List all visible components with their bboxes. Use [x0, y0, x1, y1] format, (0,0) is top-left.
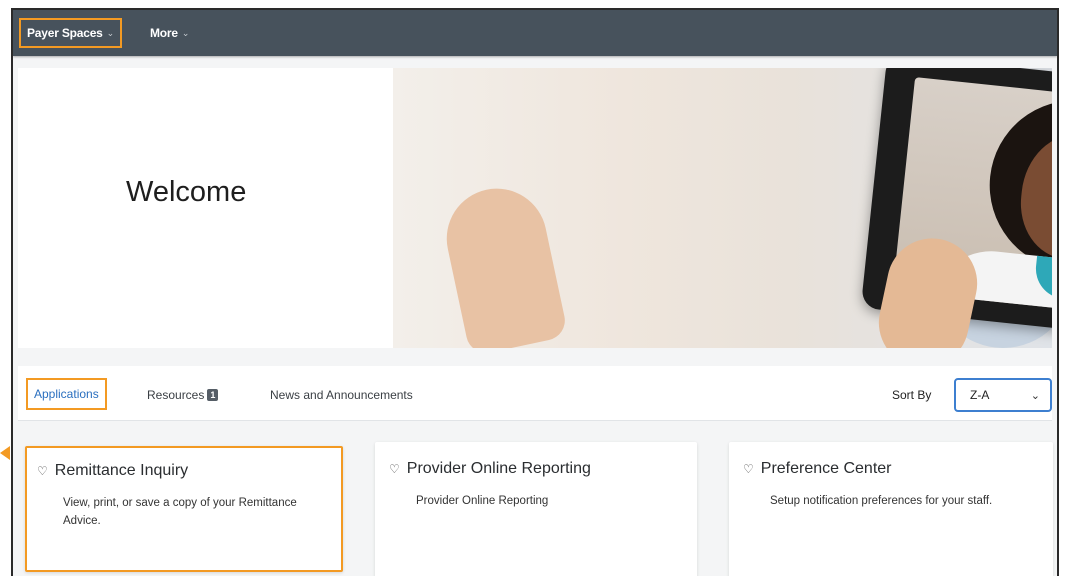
- tab-news-label: News and Announcements: [270, 388, 413, 402]
- app-card-provider-online-reporting[interactable]: ♡ Provider Online Reporting Provider Onl…: [375, 442, 697, 576]
- chevron-down-icon: ⌄: [106, 27, 115, 38]
- nav-more-label: More: [150, 26, 178, 40]
- welcome-heading: Welcome: [126, 176, 247, 208]
- welcome-banner: Welcome: [18, 68, 1052, 348]
- tab-resources-label: Resources: [147, 388, 205, 402]
- app-window: Payer Spaces ⌄ More ⌄ Welcome Applicatio…: [11, 8, 1059, 576]
- tab-applications-label: Applications: [34, 387, 99, 401]
- sort-select-value: Z-A: [970, 388, 990, 402]
- tab-news-and-announcements[interactable]: News and Announcements: [270, 380, 413, 410]
- card-title[interactable]: ♡ Remittance Inquiry: [37, 462, 188, 480]
- card-title-text: Preference Center: [760, 460, 892, 477]
- callout-pointer: [0, 446, 10, 460]
- chevron-down-icon: ⌄: [1030, 390, 1040, 402]
- banner-image-hand: [437, 179, 569, 348]
- card-description: Provider Online Reporting: [416, 495, 549, 507]
- banner-image: [393, 68, 1052, 348]
- tab-resources[interactable]: Resources 1: [147, 380, 219, 410]
- card-title[interactable]: ♡ Preference Center: [743, 460, 892, 478]
- sort-select[interactable]: Z-A ⌄: [954, 378, 1052, 412]
- heart-icon[interactable]: ♡: [389, 462, 400, 476]
- heart-icon[interactable]: ♡: [37, 464, 48, 478]
- nav-payer-spaces-label: Payer Spaces: [27, 26, 103, 40]
- resources-count-badge: 1: [207, 389, 219, 401]
- chevron-down-icon: ⌄: [181, 27, 190, 38]
- sort-by-label: Sort By: [892, 388, 932, 402]
- top-navigation: Payer Spaces ⌄ More ⌄: [13, 10, 1057, 56]
- tab-applications[interactable]: Applications: [26, 378, 107, 410]
- card-title-text: Provider Online Reporting: [406, 460, 591, 477]
- app-card-remittance-inquiry[interactable]: ♡ Remittance Inquiry View, print, or sav…: [25, 446, 343, 572]
- card-title[interactable]: ♡ Provider Online Reporting: [389, 460, 591, 478]
- tabs-bar: Applications Resources 1 News and Announ…: [18, 366, 1052, 421]
- heart-icon[interactable]: ♡: [743, 462, 754, 476]
- card-description: Setup notification preferences for your …: [770, 495, 993, 507]
- nav-more[interactable]: More ⌄: [150, 10, 189, 56]
- card-description: View, print, or save a copy of your Remi…: [63, 497, 297, 527]
- card-title-text: Remittance Inquiry: [54, 462, 189, 479]
- nav-payer-spaces[interactable]: Payer Spaces ⌄: [19, 18, 123, 48]
- app-card-preference-center[interactable]: ♡ Preference Center Setup notification p…: [729, 442, 1053, 576]
